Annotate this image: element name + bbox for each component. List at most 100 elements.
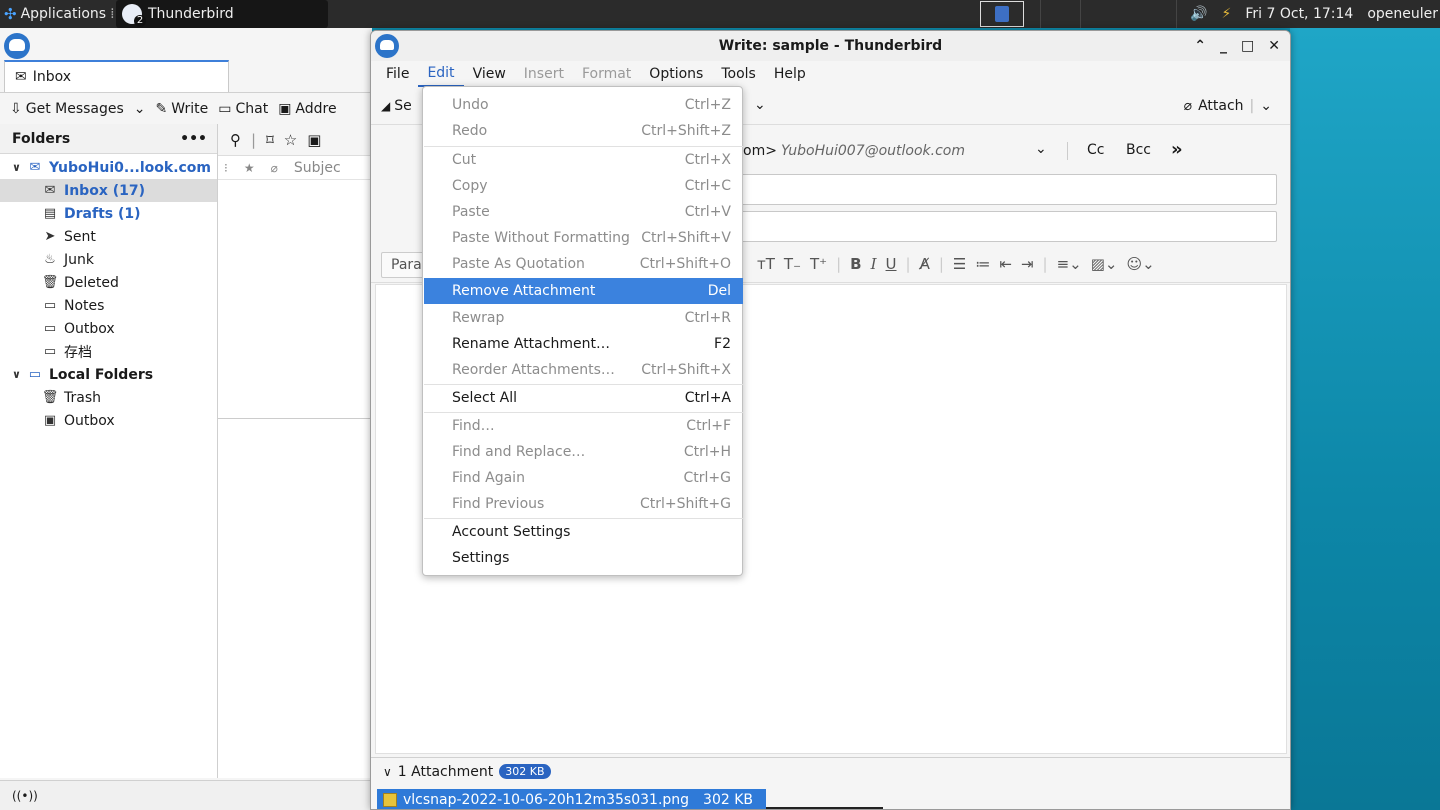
menu-format[interactable]: Format: [573, 61, 640, 87]
align-icon[interactable]: ≡⌄: [1057, 255, 1082, 273]
folder-archive[interactable]: ▭ 存档: [0, 340, 217, 363]
pane-divider[interactable]: [218, 418, 372, 419]
volume-icon[interactable]: 🔊: [1190, 6, 1207, 22]
write-button[interactable]: ✎ Write: [156, 101, 209, 117]
chevron-down-icon[interactable]: ∨: [383, 765, 392, 779]
folder-account[interactable]: ∨ ✉ YuboHui0...look.com: [0, 156, 217, 179]
folder-drafts[interactable]: ▤ Drafts (1): [0, 202, 217, 225]
menu-options[interactable]: Options: [640, 61, 712, 87]
shade-icon[interactable]: ⌃: [1194, 38, 1206, 54]
from-address[interactable]: YuboHui007@outlook.com: [781, 143, 965, 159]
menu-item-paste-as-quotation[interactable]: Paste As Quotation Ctrl+Shift+O: [424, 251, 743, 277]
menu-item-select-all[interactable]: Select All Ctrl+A: [424, 385, 743, 411]
maximize-icon[interactable]: □: [1241, 38, 1254, 54]
minimize-icon[interactable]: _: [1220, 38, 1227, 54]
menu-item-find-and-replace[interactable]: Find and Replace… Ctrl+H: [424, 439, 743, 465]
italic-icon[interactable]: I: [871, 255, 877, 273]
underline-icon[interactable]: U: [886, 255, 897, 273]
emoji-icon[interactable]: ☺⌄: [1126, 255, 1154, 273]
get-messages-button[interactable]: ⇩ Get Messages ⌄: [10, 101, 146, 117]
bcc-button[interactable]: Bcc: [1126, 142, 1151, 158]
superscript-icon[interactable]: T⁺: [810, 255, 827, 273]
menu-item-cut[interactable]: Cut Ctrl+X: [424, 147, 743, 173]
more-recipients-icon[interactable]: »: [1171, 139, 1183, 160]
menu-item-reorder-attachments[interactable]: Reorder Attachments… Ctrl+Shift+X: [424, 357, 743, 383]
send-button[interactable]: ◢ Se: [381, 98, 412, 114]
quick-filter-icon[interactable]: ⚲: [230, 131, 241, 149]
menu-item-paste-without-formatting[interactable]: Paste Without Formatting Ctrl+Shift+V: [424, 225, 743, 251]
cc-button[interactable]: Cc: [1087, 142, 1104, 158]
attachment-bar[interactable]: ∨ 1 Attachment 302 KB: [371, 757, 1290, 785]
outdent-icon[interactable]: ⇤: [999, 255, 1012, 273]
attachment-item[interactable]: vlcsnap-2022-10-06-20h12m35s031.png 302 …: [377, 789, 766, 809]
chevron-down-icon[interactable]: ⌄: [1260, 98, 1272, 114]
indent-icon[interactable]: ⇥: [1021, 255, 1034, 273]
subject-field[interactable]: [721, 211, 1277, 242]
folders-menu-button[interactable]: •••: [180, 131, 207, 147]
taskbar-thunderbird[interactable]: 2 Thunderbird: [116, 0, 328, 28]
menu-item-find[interactable]: Find… Ctrl+F: [424, 413, 743, 439]
online-status-icon[interactable]: ((•)): [12, 789, 38, 803]
menu-item-remove-attachment[interactable]: Remove Attachment Del: [424, 278, 743, 304]
chevron-down-icon[interactable]: ∨: [12, 161, 21, 174]
from-chevron-down-icon[interactable]: ⌄: [1035, 141, 1047, 157]
to-field[interactable]: [721, 174, 1277, 205]
close-icon[interactable]: ✕: [1268, 38, 1280, 54]
star-column-icon[interactable]: ★: [244, 161, 255, 175]
star-icon[interactable]: ☆: [284, 131, 297, 149]
folder-local-outbox[interactable]: ▣ Outbox: [0, 409, 217, 432]
menu-item-label: Undo: [452, 97, 489, 113]
menu-item-redo[interactable]: Redo Ctrl+Shift+Z: [424, 118, 743, 144]
menu-item-settings[interactable]: Settings: [424, 545, 743, 571]
menu-tools[interactable]: Tools: [712, 61, 765, 87]
contact-icon[interactable]: ▣: [307, 131, 321, 149]
menu-insert[interactable]: Insert: [515, 61, 573, 87]
applications-menu[interactable]: ✣ Applications ⁞: [4, 0, 115, 28]
menu-item-find-again[interactable]: Find Again Ctrl+G: [424, 465, 743, 491]
menu-view[interactable]: View: [464, 61, 515, 87]
menu-item-account-settings[interactable]: Account Settings: [424, 519, 743, 545]
chevron-down-icon[interactable]: ∨: [12, 368, 21, 381]
folder-notes[interactable]: ▭ Notes: [0, 294, 217, 317]
menu-item-rename-attachment[interactable]: Rename Attachment… F2: [424, 331, 743, 357]
insert-image-icon[interactable]: ▨⌄: [1091, 255, 1118, 273]
compose-titlebar[interactable]: Write: sample - Thunderbird ⌃ _ □ ✕: [371, 31, 1290, 61]
folder-deleted[interactable]: 🗑 Deleted: [0, 271, 217, 294]
menu-file[interactable]: File: [377, 61, 418, 87]
smaller-font-icon[interactable]: ᴛT: [757, 255, 775, 273]
folder-trash[interactable]: 🗑 Trash: [0, 386, 217, 409]
folder-inbox[interactable]: ✉ Inbox (17): [0, 179, 217, 202]
menu-item-find-previous[interactable]: Find Previous Ctrl+Shift+G: [424, 491, 743, 517]
remove-format-icon[interactable]: A̸: [920, 255, 930, 273]
tab-inbox[interactable]: ✉ Inbox: [4, 60, 229, 92]
numbered-list-icon[interactable]: ≔: [975, 255, 990, 273]
menu-item-rewrap[interactable]: Rewrap Ctrl+R: [424, 305, 743, 331]
chevron-down-icon[interactable]: ⌄: [134, 101, 146, 117]
folder-local[interactable]: ∨ ▭ Local Folders: [0, 363, 217, 386]
clock[interactable]: Fri 7 Oct, 17:14: [1245, 6, 1353, 22]
thread-column-icon[interactable]: ⁝: [224, 161, 228, 175]
bullet-list-icon[interactable]: ☰: [953, 255, 966, 273]
menu-edit[interactable]: Edit: [418, 61, 464, 87]
attachment-column-icon[interactable]: ⌀: [271, 161, 278, 175]
chat-button[interactable]: ▭ Chat: [218, 101, 268, 117]
user-menu[interactable]: openeuler: [1367, 6, 1438, 22]
workspace-switcher[interactable]: [980, 1, 1024, 27]
bookmark-icon[interactable]: ⌑: [266, 131, 274, 149]
menu-help[interactable]: Help: [765, 61, 815, 87]
subscript-icon[interactable]: T₋: [784, 255, 801, 273]
menu-item-paste[interactable]: Paste Ctrl+V: [424, 199, 743, 225]
attach-button[interactable]: ⌀ Attach | ⌄: [1184, 93, 1272, 119]
folder-junk[interactable]: ♨ Junk: [0, 248, 217, 271]
menu-label: File: [386, 66, 410, 82]
network-icon[interactable]: ⚡: [1222, 6, 1232, 22]
bold-icon[interactable]: B: [850, 255, 861, 273]
address-book-button[interactable]: ▣ Addre: [278, 101, 336, 117]
subject-column[interactable]: Subjec: [294, 160, 341, 176]
menu-item-copy[interactable]: Copy Ctrl+C: [424, 173, 743, 199]
panel-separator: [1176, 0, 1177, 28]
toolbar-chevron-down-icon[interactable]: ⌄: [754, 97, 766, 113]
folder-outbox[interactable]: ▭ Outbox: [0, 317, 217, 340]
menu-item-undo[interactable]: Undo Ctrl+Z: [424, 92, 743, 118]
folder-sent[interactable]: ➤ Sent: [0, 225, 217, 248]
